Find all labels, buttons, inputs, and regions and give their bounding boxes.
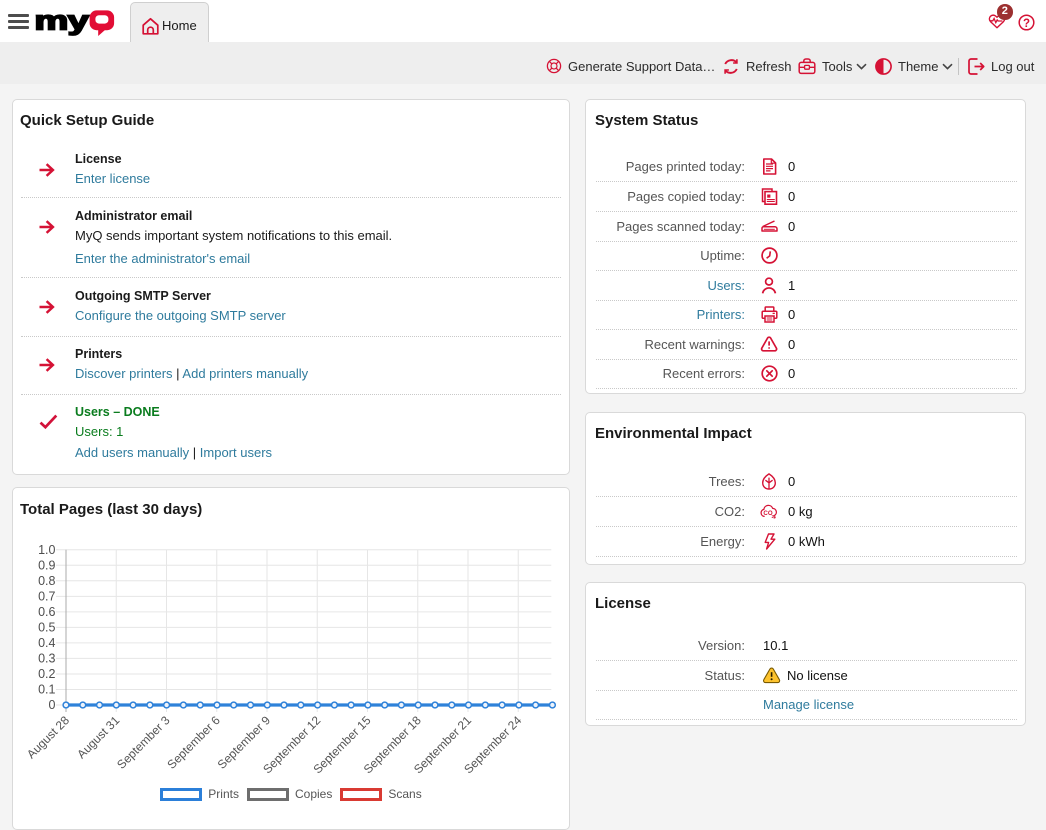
- svg-text:0.2: 0.2: [38, 667, 55, 681]
- svg-text:September 6: September 6: [164, 713, 223, 772]
- svg-text:0.1: 0.1: [38, 683, 55, 697]
- svg-text:0.8: 0.8: [38, 574, 55, 588]
- svg-text:September 3: September 3: [114, 713, 173, 772]
- svg-text:0.7: 0.7: [38, 590, 55, 604]
- svg-text:1.0: 1.0: [38, 543, 55, 557]
- svg-text:0.3: 0.3: [38, 652, 55, 666]
- svg-text:0.9: 0.9: [38, 559, 55, 573]
- svg-text:0.4: 0.4: [38, 636, 55, 650]
- svg-text:0: 0: [49, 698, 56, 712]
- svg-text:?: ?: [1023, 18, 1030, 30]
- svg-text:0.6: 0.6: [38, 605, 55, 619]
- svg-text:0.5: 0.5: [38, 621, 55, 635]
- svg-text:August 28: August 28: [24, 713, 72, 761]
- svg-text:August 31: August 31: [74, 713, 122, 761]
- svg-text:my: my: [35, 6, 89, 35]
